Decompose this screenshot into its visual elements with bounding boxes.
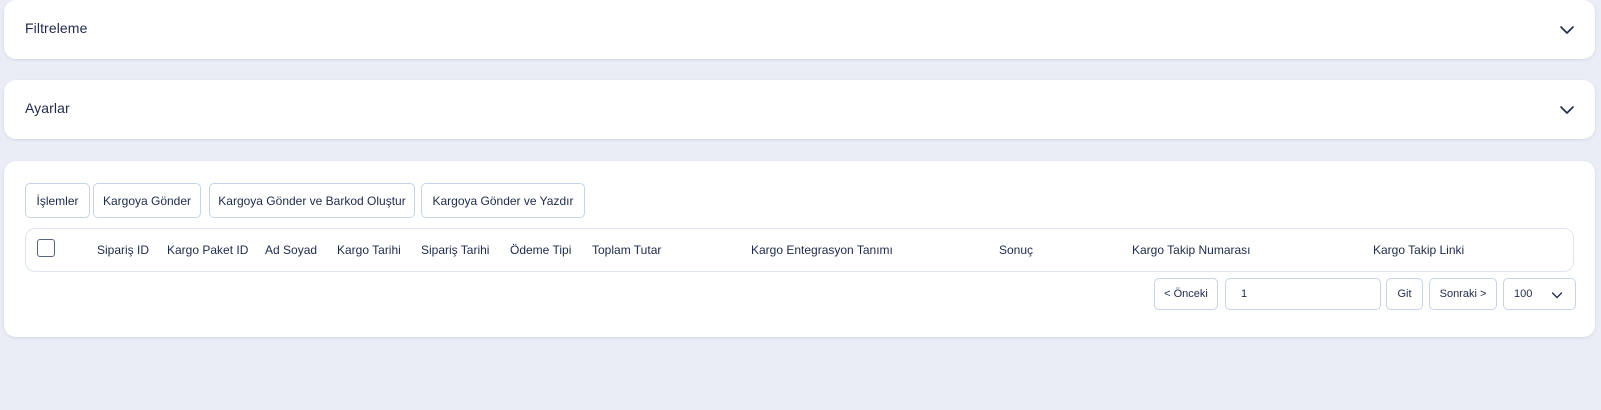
chevron-down-icon[interactable] xyxy=(1557,100,1577,120)
column-header-tracking-link[interactable]: Kargo Takip Linki xyxy=(1373,243,1464,257)
column-header-package-id[interactable]: Kargo Paket ID xyxy=(167,243,248,257)
table-header: Sipariş ID Kargo Paket ID Ad Soyad Kargo… xyxy=(25,228,1574,272)
page-size-select[interactable]: 100 xyxy=(1503,278,1576,310)
column-header-tracking-number[interactable]: Kargo Takip Numarası xyxy=(1132,243,1251,257)
column-header-payment-type[interactable]: Ödeme Tipi xyxy=(510,243,571,257)
column-header-integration-definition[interactable]: Kargo Entegrasyon Tanımı xyxy=(751,243,893,257)
column-header-cargo-date[interactable]: Kargo Tarihi xyxy=(337,243,401,257)
column-header-total-amount[interactable]: Toplam Tutar xyxy=(592,243,661,257)
column-header-order-id[interactable]: Sipariş ID xyxy=(97,243,149,257)
settings-panel[interactable]: Ayarlar xyxy=(4,80,1595,139)
send-and-create-barcode-button[interactable]: Kargoya Gönder ve Barkod Oluştur xyxy=(209,183,415,218)
send-and-print-button[interactable]: Kargoya Gönder ve Yazdır xyxy=(421,183,585,218)
column-header-full-name[interactable]: Ad Soyad xyxy=(265,243,317,257)
settings-panel-title: Ayarlar xyxy=(25,100,70,116)
page-number-input[interactable]: 1 xyxy=(1225,278,1381,310)
page-size-value: 100 xyxy=(1514,288,1533,300)
next-page-button[interactable]: Sonraki > xyxy=(1429,278,1497,310)
go-to-page-button[interactable]: Git xyxy=(1386,278,1423,310)
column-header-order-date[interactable]: Sipariş Tarihi xyxy=(421,243,489,257)
column-header-result[interactable]: Sonuç xyxy=(999,243,1033,257)
chevron-down-icon xyxy=(1551,289,1563,301)
operations-button[interactable]: İşlemler xyxy=(25,183,90,218)
filter-panel[interactable]: Filtreleme xyxy=(4,0,1595,59)
send-to-cargo-button[interactable]: Kargoya Gönder xyxy=(93,183,201,218)
filter-panel-title: Filtreleme xyxy=(25,20,88,36)
chevron-down-icon[interactable] xyxy=(1557,20,1577,40)
previous-page-button[interactable]: < Önceki xyxy=(1154,278,1218,310)
orders-table-card: İşlemler Kargoya Gönder Kargoya Gönder v… xyxy=(4,161,1595,337)
select-all-checkbox[interactable] xyxy=(37,239,55,257)
